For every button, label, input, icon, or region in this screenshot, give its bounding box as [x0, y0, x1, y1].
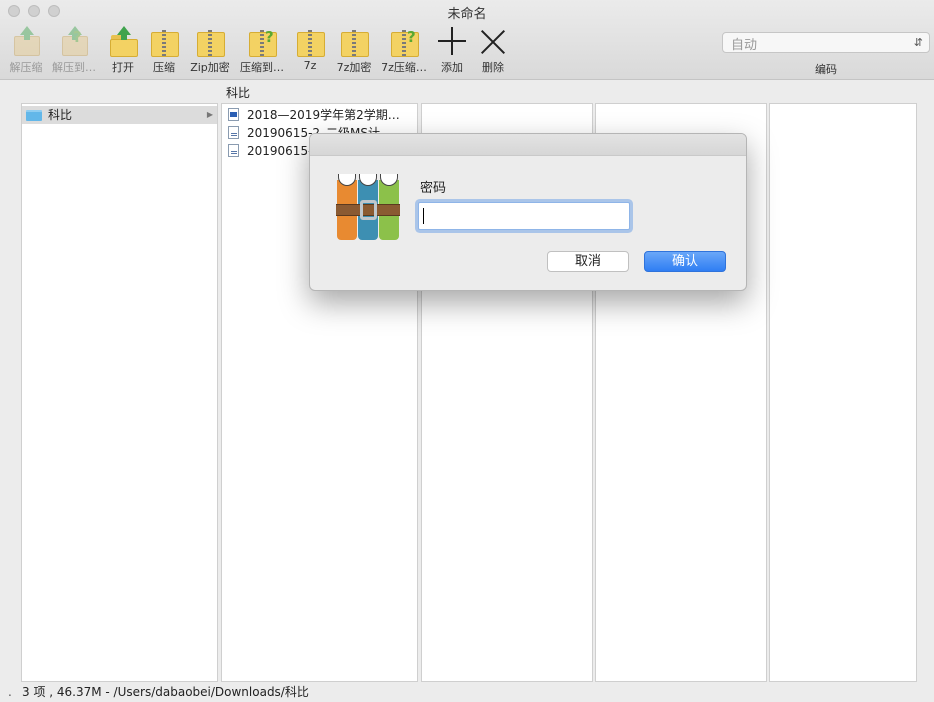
- text-cursor: [423, 208, 424, 224]
- 7z-button[interactable]: 7z: [294, 26, 326, 72]
- confirm-button[interactable]: 确认: [644, 251, 726, 272]
- chevron-right-icon: ▶: [206, 110, 213, 119]
- password-label: 密码: [420, 181, 447, 196]
- add-button[interactable]: 添加: [436, 26, 468, 75]
- zip-encrypt-button[interactable]: Zip加密: [188, 26, 232, 75]
- cancel-button[interactable]: 取消: [547, 251, 629, 272]
- list-item-label: 科比: [48, 108, 73, 122]
- folder-icon: [26, 110, 42, 121]
- compress-to-button[interactable]: ? 压缩到…: [238, 26, 286, 75]
- encoding-label: 编码: [815, 63, 837, 76]
- browser-column-5[interactable]: [769, 103, 917, 682]
- dialog-header: [310, 134, 746, 156]
- x-icon: [478, 26, 508, 58]
- open-button[interactable]: 打开: [106, 26, 140, 75]
- extract-button[interactable]: 解压缩: [6, 26, 46, 75]
- 7z-compress-button[interactable]: ? 7z压缩…: [379, 26, 429, 75]
- 7z-zip-icon: [295, 26, 325, 58]
- 7z-encrypt-icon: [339, 26, 369, 58]
- word-document-icon: [228, 108, 239, 121]
- 7z-encrypt-button[interactable]: 7z加密: [334, 26, 374, 75]
- current-path-label: 科比: [226, 86, 251, 100]
- encoding-select[interactable]: 自动 ⇵: [722, 32, 930, 53]
- chevron-updown-icon: ⇵: [913, 36, 923, 49]
- browser-column-1[interactable]: 科比 ▶: [21, 103, 218, 682]
- zip-encrypt-icon: [195, 26, 225, 58]
- status-bar: . 3 项 , 46.37M - /Users/dabaobei/Downloa…: [0, 683, 934, 702]
- password-input[interactable]: [418, 202, 630, 230]
- window-titlebar: 未命名 解压缩 ? 解压到… 打开 压缩 Zip加密 ? 压缩到… 7z 7z加…: [0, 0, 934, 80]
- text-document-icon: [228, 144, 239, 157]
- 7z-compress-icon: ?: [389, 26, 419, 58]
- compress-button[interactable]: 压缩: [148, 26, 180, 75]
- archive-app-icon: [336, 174, 400, 240]
- password-dialog: 密码 取消 确认: [309, 133, 747, 291]
- list-item-label: 20190615-: [247, 144, 313, 158]
- compress-zip-icon: [149, 26, 179, 58]
- window-title: 未命名: [447, 7, 487, 22]
- status-indicator: .: [8, 685, 12, 699]
- extract-to-box-icon: ?: [59, 26, 89, 58]
- plus-icon: [437, 26, 467, 58]
- open-folder-icon: [108, 26, 138, 58]
- delete-button[interactable]: 删除: [477, 26, 509, 75]
- status-text: 3 项 , 46.37M - /Users/dabaobei/Downloads…: [22, 685, 309, 699]
- encoding-value: 自动: [731, 38, 758, 53]
- compress-to-icon: ?: [247, 26, 277, 58]
- list-item[interactable]: 2018—2019学年第2学期…: [222, 106, 417, 124]
- text-document-icon: [228, 126, 239, 139]
- list-item-folder[interactable]: 科比 ▶: [22, 106, 217, 124]
- extract-to-button[interactable]: ? 解压到…: [50, 26, 98, 75]
- extract-box-icon: [11, 26, 41, 58]
- list-item-label: 2018—2019学年第2学期…: [247, 108, 400, 122]
